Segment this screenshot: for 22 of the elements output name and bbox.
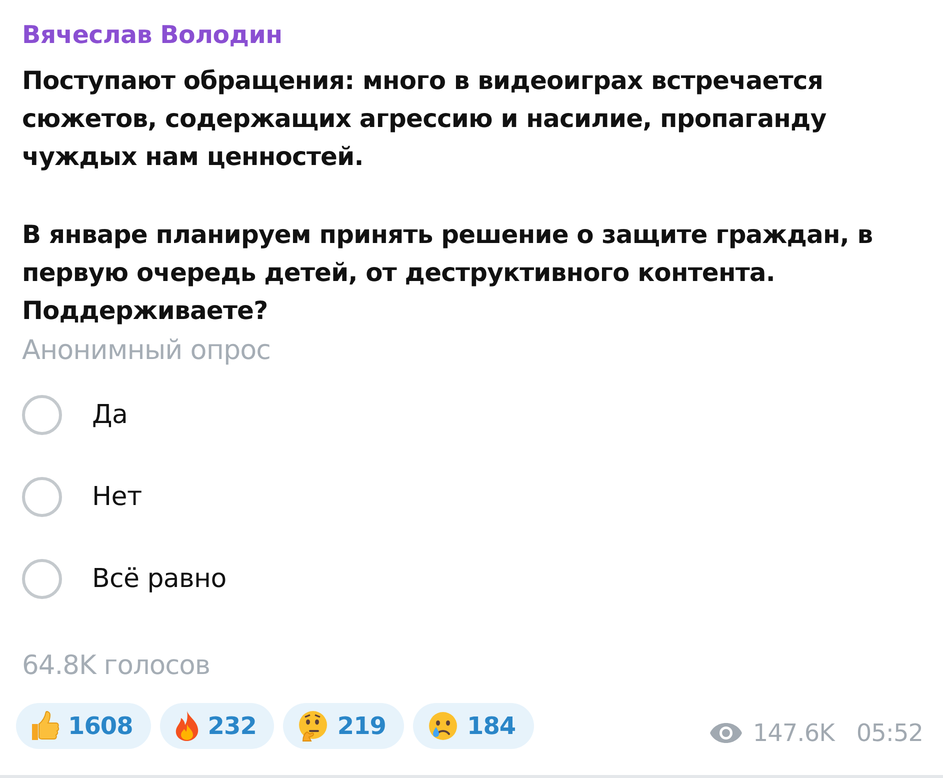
author-name[interactable]: Вячеслав Володин (22, 18, 282, 52)
poll-option-label[interactable]: Да (92, 400, 128, 430)
poll-option-label[interactable]: Нет (92, 482, 142, 512)
reaction-button[interactable]: 219 (283, 703, 404, 749)
crying-face-icon (427, 710, 460, 742)
view-count: 147.6K (752, 719, 834, 747)
reaction-button[interactable]: 184 (413, 703, 534, 749)
radio-button[interactable] (22, 477, 62, 517)
thumbs-up-icon (30, 710, 60, 742)
fire-icon (174, 710, 200, 742)
reaction-button[interactable]: 1608 (16, 703, 151, 749)
message-text: Поступают обращения: много в видеоиграх встречается сюжетов, содержащих агрессию и насилие, пропаганду чуждых нам ценностей. (22, 65, 828, 173)
post-time: 05:52 (856, 719, 923, 747)
message-text: В январе планируем принять решение о защите граждан, в первую очередь детей, от деструктивного контента. Поддерживаете? (22, 219, 874, 327)
poll-type-label: Анонимный опрос (22, 334, 270, 368)
vote-count: 64.8K голосов (22, 650, 210, 681)
reaction-button[interactable]: 232 (160, 703, 274, 749)
radio-button[interactable] (22, 395, 62, 435)
thinking-face-icon (297, 710, 330, 742)
poll-option-label[interactable]: Всё равно (92, 564, 226, 594)
radio-button[interactable] (22, 559, 62, 599)
eye-icon (708, 722, 743, 744)
